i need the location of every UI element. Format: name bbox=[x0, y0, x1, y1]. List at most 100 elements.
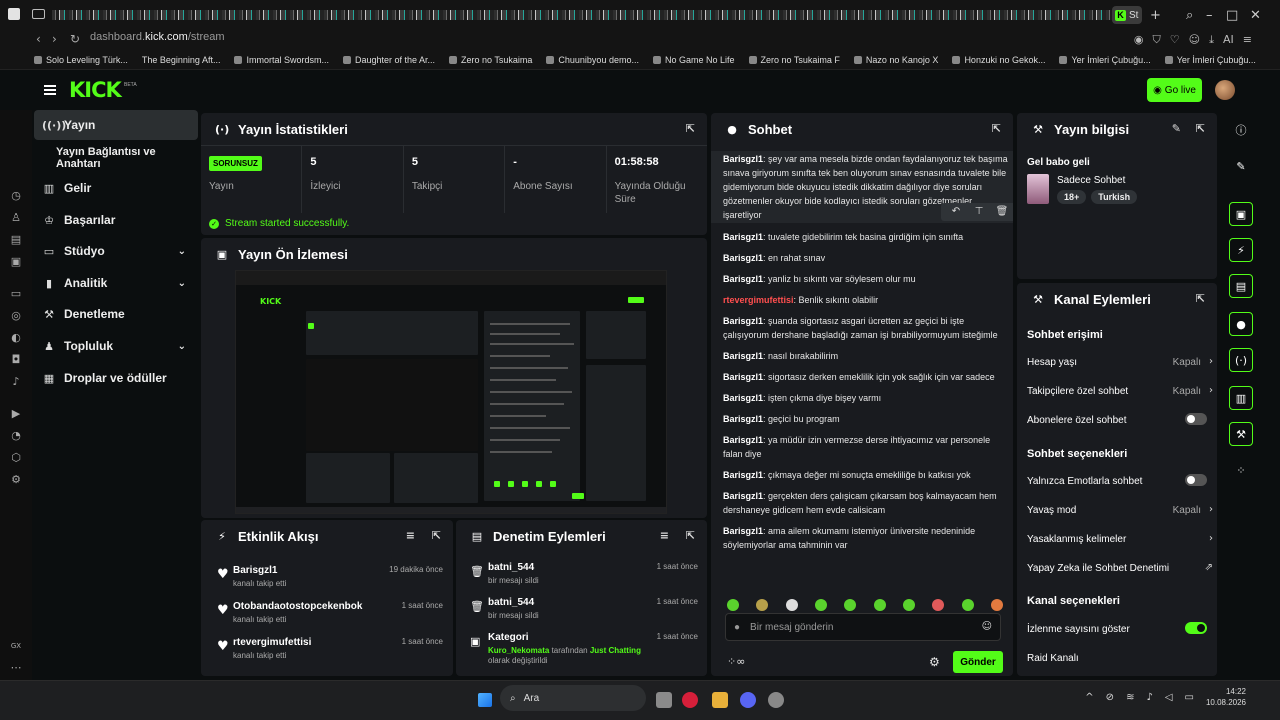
url-field[interactable]: dashboard.kick.com/stream bbox=[90, 31, 225, 43]
settings-icon[interactable]: ⚙ bbox=[10, 474, 22, 486]
twitch-icon[interactable]: ▭ bbox=[10, 288, 22, 300]
stats-icon[interactable]: ▣ bbox=[1229, 202, 1253, 226]
bookmark-folder[interactable]: Yer İmleri Çubuğu... bbox=[1164, 55, 1256, 65]
filter-icon[interactable]: ≡ bbox=[660, 529, 669, 542]
new-tab-button[interactable]: + bbox=[1150, 8, 1161, 23]
gx-menu-icon[interactable] bbox=[8, 8, 20, 20]
menu-icon[interactable]: ≡ bbox=[1243, 33, 1252, 47]
sidebar-item-achievements[interactable]: ♔ Başarılar bbox=[34, 205, 198, 235]
bookmark-item[interactable]: Zero no Tsukaima bbox=[449, 55, 532, 65]
bookmark-item[interactable]: Daughter of the Ar... bbox=[342, 55, 435, 65]
heart-icon[interactable]: ♡ bbox=[1170, 33, 1180, 47]
player-icon[interactable]: ▶ bbox=[10, 408, 22, 420]
ai-moderation-row[interactable]: Yapay Zeka ile Sohbet Denetimi ⇗ bbox=[1027, 562, 1213, 587]
more-panels-icon[interactable]: ⁘ bbox=[1229, 458, 1253, 482]
chat-message[interactable]: Barisgzl1: geçici bu program bbox=[723, 412, 1005, 426]
emote[interactable] bbox=[873, 599, 886, 611]
edit-icon[interactable]: ✎ bbox=[1229, 154, 1253, 178]
app-icon[interactable] bbox=[768, 692, 784, 708]
slow-mode-row[interactable]: Yavaş mod Kapalı › bbox=[1027, 504, 1213, 529]
back-icon[interactable]: ‹ bbox=[36, 32, 41, 46]
bookmark-item[interactable]: Chuunibyou demo... bbox=[546, 55, 639, 65]
info-icon[interactable]: ⓘ bbox=[1229, 118, 1253, 142]
mic-icon[interactable]: ♪ bbox=[1146, 692, 1152, 703]
category-name[interactable]: Sadece Sohbet bbox=[1057, 175, 1137, 186]
sidebar-item-moderation[interactable]: ⚒ Denetleme bbox=[34, 299, 198, 329]
chat-message[interactable]: Barisgzl1: şuanda sigortasız asgari ücre… bbox=[723, 314, 1005, 342]
raid-row[interactable]: Raid Kanalı bbox=[1027, 653, 1207, 676]
minimize-button[interactable]: – bbox=[1206, 8, 1213, 23]
moderation-icon[interactable]: ▥ bbox=[1229, 386, 1253, 410]
emote[interactable] bbox=[902, 599, 915, 611]
trash-icon[interactable]: 🗑 bbox=[991, 205, 1013, 219]
sidebar-item-studio[interactable]: ▭ Stüdyo ⌄ bbox=[34, 236, 198, 266]
popout-icon[interactable]: ⇱ bbox=[1196, 122, 1205, 135]
go-live-button[interactable]: ◉ Go live bbox=[1147, 78, 1202, 102]
bookmark-item[interactable]: Solo Leveling Türk... bbox=[34, 55, 128, 65]
bookmark-item[interactable]: Honzuki no Gekok... bbox=[952, 55, 1045, 65]
sidebar-item-drops[interactable]: ▦ Droplar ve ödüller bbox=[34, 363, 198, 393]
document-icon[interactable]: ▤ bbox=[1229, 274, 1253, 298]
reload-icon[interactable]: ↻ bbox=[70, 32, 80, 46]
battery-icon[interactable]: ▭ bbox=[1185, 692, 1194, 703]
chat-message[interactable]: Barisgzl1: sigortasız derken emeklilik i… bbox=[723, 370, 1005, 384]
banned-words-row[interactable]: Yasaklanmış kelimeler › bbox=[1027, 533, 1213, 558]
emote[interactable] bbox=[727, 599, 739, 611]
chat-settings-icon[interactable]: ⚙ bbox=[929, 655, 940, 669]
close-window-button[interactable]: ✕ bbox=[1250, 8, 1261, 23]
chat-message[interactable]: Barisgzl1: işten çıkma diye bişey varmı bbox=[723, 391, 1005, 405]
download-icon[interactable]: ⤓ bbox=[1209, 33, 1214, 47]
network-off-icon[interactable]: ⊘ bbox=[1106, 692, 1114, 703]
whatsapp-icon[interactable]: ◎ bbox=[10, 310, 22, 322]
popout-icon[interactable]: ⇱ bbox=[1196, 292, 1205, 305]
sidebar-item-community[interactable]: ♟ Topluluk ⌄ bbox=[34, 331, 198, 361]
start-button[interactable] bbox=[478, 693, 492, 707]
m-icon[interactable]: ▣ bbox=[10, 256, 22, 268]
search-tabs-icon[interactable]: ⌕ bbox=[1186, 8, 1193, 23]
maximize-button[interactable]: □ bbox=[1226, 8, 1238, 23]
clock[interactable]: 14:22 10.08.2026 bbox=[1206, 686, 1246, 708]
chat-message[interactable]: Barisgzl1: en rahat sınav bbox=[723, 251, 1005, 265]
emote[interactable] bbox=[814, 599, 827, 611]
bookmark-item[interactable]: Nazo no Kanojo X bbox=[853, 55, 938, 65]
clock-icon[interactable]: ◔ bbox=[10, 430, 22, 442]
pin-icon[interactable]: ⊤ bbox=[968, 205, 990, 219]
bolt-icon[interactable]: ⚡ bbox=[1229, 238, 1253, 262]
emote[interactable] bbox=[961, 599, 974, 611]
sidebar-item-analytics[interactable]: ▮ Analitik ⌄ bbox=[34, 268, 198, 298]
file-explorer-icon[interactable] bbox=[712, 692, 728, 708]
emoji-icon[interactable]: ☺ bbox=[982, 621, 992, 632]
chat-message[interactable]: rtevergimufettisi: Benlik sıkıntı olabil… bbox=[723, 293, 1005, 307]
chat-message[interactable]: Barisgzl1: yanliz bı sıkıntı var söylese… bbox=[723, 272, 1005, 286]
opera-gx-icon[interactable] bbox=[682, 692, 698, 708]
sidebar-item-revenue[interactable]: ▥ Gelir bbox=[34, 173, 198, 203]
emotes-only-toggle[interactable] bbox=[1185, 474, 1207, 486]
chat-message[interactable]: Barisgzl1: çıkmaya değer mi sonuçta emek… bbox=[723, 468, 1005, 482]
wrench-icon[interactable]: ⚒ bbox=[1229, 422, 1253, 446]
cube-icon[interactable]: ⬡ bbox=[10, 452, 22, 464]
ai-button[interactable]: AI bbox=[1223, 33, 1234, 47]
avatar[interactable] bbox=[1215, 80, 1235, 100]
profile-icon[interactable]: ☺ bbox=[1189, 33, 1200, 47]
chat-icon[interactable]: ● bbox=[1229, 312, 1253, 336]
subs-only-toggle[interactable] bbox=[1185, 413, 1207, 425]
sidebar-item-stream[interactable]: ((·)) Yayın bbox=[34, 110, 198, 140]
edit-icon[interactable]: ✎ bbox=[1172, 122, 1181, 135]
reply-icon[interactable]: ↶ bbox=[945, 205, 967, 219]
filter-icon[interactable]: ≡ bbox=[406, 529, 415, 542]
send-button[interactable]: Gönder bbox=[953, 651, 1003, 673]
popout-icon[interactable]: ⇱ bbox=[992, 122, 1001, 135]
popout-icon[interactable]: ⇱ bbox=[432, 529, 441, 542]
note-icon[interactable]: ▤ bbox=[10, 234, 22, 246]
stream-preview-video[interactable]: KICK bbox=[235, 270, 667, 514]
kick-points-icon[interactable]: ⁘∞ bbox=[727, 655, 745, 668]
task-view-icon[interactable] bbox=[656, 692, 672, 708]
chat-input[interactable]: ● Bir mesaj gönderin ☺ bbox=[725, 613, 1001, 641]
more-icon[interactable]: ⋯ bbox=[10, 662, 22, 674]
chat-message[interactable]: Barisgzl1: nasıl bırakabilirim bbox=[723, 349, 1005, 363]
emote[interactable] bbox=[932, 599, 945, 611]
broadcast-icon[interactable]: (·) bbox=[1229, 348, 1253, 372]
show-viewers-toggle[interactable] bbox=[1185, 622, 1207, 634]
bookmark-item[interactable]: No Game No Life bbox=[652, 55, 735, 65]
tab-strip[interactable] bbox=[52, 10, 1112, 20]
